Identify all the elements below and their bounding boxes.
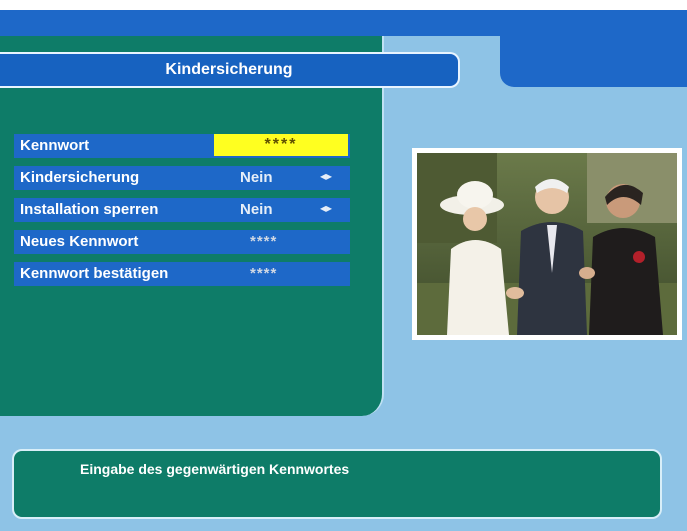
confirm-password-field[interactable]: **** [250,265,277,282]
help-text: Eingabe des gegenwärtigen Kennwortes [80,461,350,477]
menu-row-neues-kennwort[interactable]: Neues Kennwort **** [14,230,350,254]
right-header-block [500,10,687,87]
password-input[interactable]: **** [214,134,348,156]
osd-screen: Kindersicherung Kennwort **** Kindersich… [0,0,687,531]
menu-row-value: Nein [240,169,273,186]
tv-preview-image [417,153,677,335]
menu-row-label: Neues Kennwort [20,233,139,250]
menu-row-label: Kennwort bestätigen [20,265,169,282]
menu-row-value: Nein [240,201,273,218]
tv-preview-frame [412,148,682,340]
menu-row-kindersicherung[interactable]: Kindersicherung Nein ◂▸ [14,166,350,190]
new-password-field[interactable]: **** [250,233,277,250]
menu-row-installation-sperren[interactable]: Installation sperren Nein ◂▸ [14,198,350,222]
menu-row-kennwort-bestaetigen[interactable]: Kennwort bestätigen **** [14,262,350,286]
menu-title: Kindersicherung [165,61,293,78]
top-frame [0,0,687,10]
menu-row-label: Kindersicherung [20,169,140,186]
menu-row-label: Kennwort [20,137,90,154]
left-right-arrow-icon[interactable]: ◂▸ [320,169,332,183]
left-right-arrow-icon[interactable]: ◂▸ [320,201,332,215]
help-text-box: Eingabe des gegenwärtigen Kennwortes [12,449,662,519]
settings-menu: Kennwort **** Kindersicherung Nein ◂▸ In… [14,134,350,294]
menu-row-kennwort[interactable]: Kennwort **** [14,134,350,158]
menu-row-label: Installation sperren [20,201,159,218]
menu-title-bar: Kindersicherung [0,52,460,88]
